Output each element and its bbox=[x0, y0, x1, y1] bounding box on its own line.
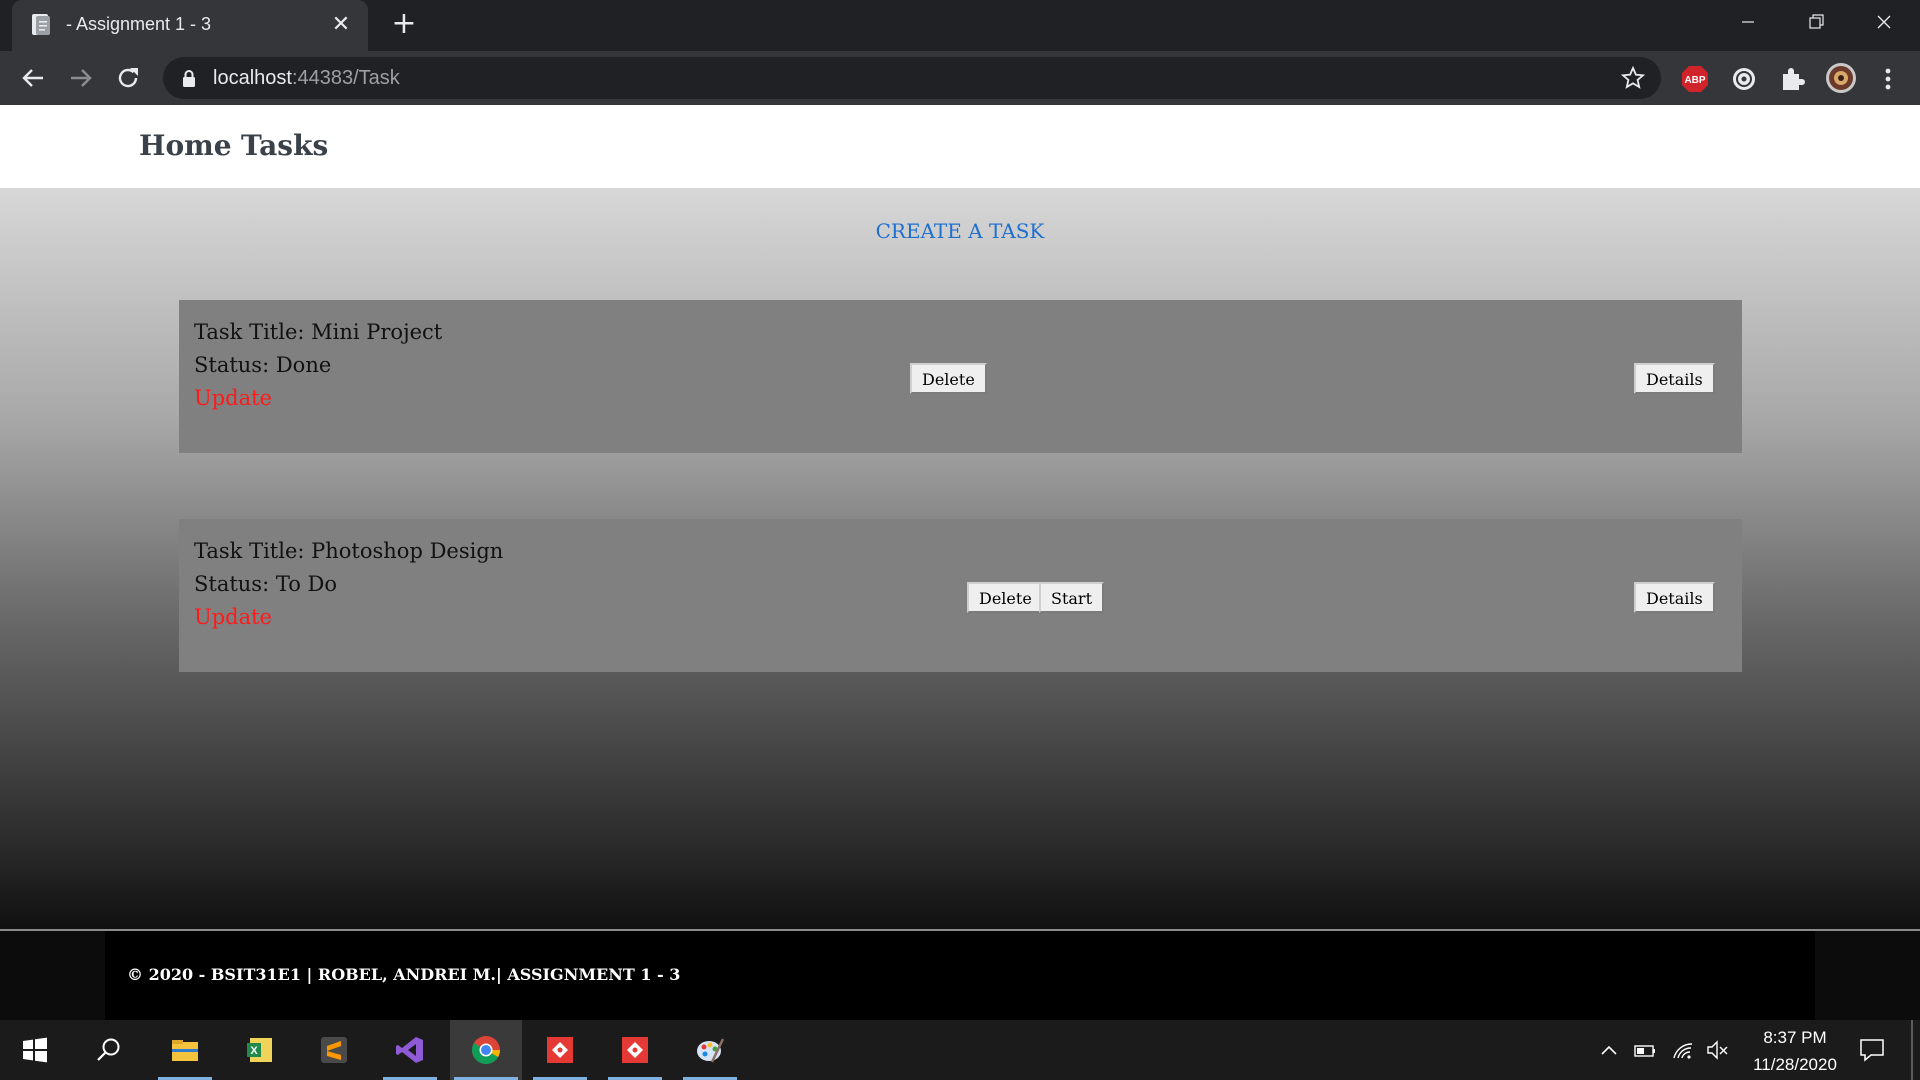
taskbar-git-1[interactable] bbox=[529, 1020, 591, 1080]
taskbar-sublime[interactable] bbox=[303, 1020, 365, 1080]
windows-start-icon bbox=[23, 1037, 47, 1063]
document-icon bbox=[32, 14, 50, 35]
bookmark-star-icon[interactable] bbox=[1621, 66, 1645, 90]
git-icon bbox=[547, 1037, 573, 1063]
search-icon bbox=[97, 1038, 120, 1061]
git-icon bbox=[622, 1037, 648, 1063]
reload-icon[interactable] bbox=[113, 63, 143, 93]
windows-taskbar: X 8:37 PM 11/28/2020 bbox=[0, 1020, 1920, 1080]
more-menu-icon[interactable] bbox=[1876, 65, 1900, 93]
sublime-text-icon bbox=[321, 1037, 347, 1063]
taskbar-visual-studio[interactable] bbox=[379, 1020, 441, 1080]
adblock-label: ABP bbox=[1684, 75, 1705, 86]
task-status: Status: Done bbox=[194, 353, 332, 377]
nav-tasks-link[interactable]: Tasks bbox=[241, 129, 328, 162]
svg-text:X: X bbox=[250, 1045, 258, 1057]
taskbar-search[interactable] bbox=[78, 1020, 140, 1080]
nav-home-link[interactable]: Home bbox=[139, 129, 232, 162]
puzzle-icon[interactable] bbox=[1778, 65, 1806, 93]
footer-copyright: © 2020 - BSIT31E1 | ROBEL, ANDREI M.| AS… bbox=[127, 965, 681, 984]
forward-arrow-icon[interactable] bbox=[66, 63, 96, 93]
delete-button[interactable]: Delete bbox=[967, 582, 1044, 613]
wifi-icon[interactable] bbox=[1670, 1038, 1696, 1062]
clock-time: 8:37 PM bbox=[1763, 1028, 1827, 1047]
close-window-icon[interactable] bbox=[1862, 8, 1906, 36]
page-content: Home Tasks CREATE A TASK Task Title: Min… bbox=[0, 105, 1920, 930]
task-info: Task Title: Mini Project Status: Done Up… bbox=[194, 316, 442, 415]
volume-muted-icon[interactable] bbox=[1705, 1038, 1731, 1062]
battery-icon[interactable] bbox=[1632, 1038, 1658, 1062]
minimize-icon[interactable] bbox=[1726, 8, 1770, 36]
browser-tab[interactable]: - Assignment 1 - 3 ✕ bbox=[12, 0, 368, 51]
delete-button[interactable]: Delete bbox=[910, 363, 987, 394]
lock-icon bbox=[183, 70, 195, 87]
task-card: Task Title: Photoshop Design Status: To … bbox=[179, 519, 1742, 672]
paint-palette-icon bbox=[697, 1038, 725, 1063]
taskbar-excel[interactable]: X bbox=[229, 1020, 291, 1080]
task-status: Status: To Do bbox=[194, 572, 338, 596]
task-title: Task Title: Mini Project bbox=[194, 320, 443, 344]
start-button[interactable] bbox=[4, 1020, 66, 1080]
restore-icon[interactable] bbox=[1794, 8, 1838, 36]
chrome-icon bbox=[472, 1036, 500, 1064]
start-button[interactable]: Start bbox=[1039, 582, 1105, 613]
task-card: Task Title: Mini Project Status: Done Up… bbox=[179, 300, 1742, 453]
browser-tabstrip: - Assignment 1 - 3 ✕ + bbox=[0, 0, 1920, 51]
update-link[interactable]: Update bbox=[194, 382, 442, 415]
url-text: localhost:44383/Task bbox=[213, 67, 400, 89]
close-tab-icon[interactable]: ✕ bbox=[330, 14, 352, 36]
browser-toolbar: localhost:44383/Task ABP bbox=[0, 51, 1920, 105]
clock-date: 11/28/2020 bbox=[1753, 1055, 1837, 1074]
file-explorer-icon bbox=[172, 1040, 198, 1061]
excel-icon: X bbox=[247, 1038, 272, 1062]
taskbar-chrome[interactable] bbox=[450, 1020, 522, 1080]
update-link[interactable]: Update bbox=[194, 601, 503, 634]
tab-title: - Assignment 1 - 3 bbox=[66, 14, 212, 34]
taskbar-file-explorer[interactable] bbox=[154, 1020, 216, 1080]
address-bar[interactable]: localhost:44383/Task bbox=[163, 57, 1661, 99]
details-button[interactable]: Details bbox=[1634, 363, 1715, 394]
taskbar-clock[interactable]: 8:37 PM 11/28/2020 bbox=[1735, 1024, 1855, 1078]
visual-studio-icon bbox=[396, 1037, 423, 1063]
extension-icon[interactable] bbox=[1730, 65, 1758, 93]
site-navbar: Home Tasks bbox=[0, 105, 1920, 189]
details-button[interactable]: Details bbox=[1634, 582, 1715, 613]
task-title: Task Title: Photoshop Design bbox=[194, 539, 504, 563]
notification-icon[interactable] bbox=[1857, 1036, 1887, 1064]
site-footer: © 2020 - BSIT31E1 | ROBEL, ANDREI M.| AS… bbox=[0, 931, 1920, 1020]
create-task-link[interactable]: CREATE A TASK bbox=[0, 219, 1920, 243]
taskbar-paint[interactable] bbox=[679, 1020, 741, 1080]
show-desktop-button[interactable] bbox=[1911, 1020, 1913, 1080]
profile-avatar-icon[interactable] bbox=[1825, 62, 1857, 94]
footer-container: © 2020 - BSIT31E1 | ROBEL, ANDREI M.| AS… bbox=[105, 931, 1815, 1020]
task-info: Task Title: Photoshop Design Status: To … bbox=[194, 535, 503, 634]
new-tab-icon[interactable]: + bbox=[390, 9, 418, 39]
adblock-plus-icon[interactable]: ABP bbox=[1681, 65, 1709, 93]
chevron-up-icon[interactable] bbox=[1596, 1038, 1622, 1062]
taskbar-git-2[interactable] bbox=[604, 1020, 666, 1080]
back-arrow-icon[interactable] bbox=[18, 63, 48, 93]
